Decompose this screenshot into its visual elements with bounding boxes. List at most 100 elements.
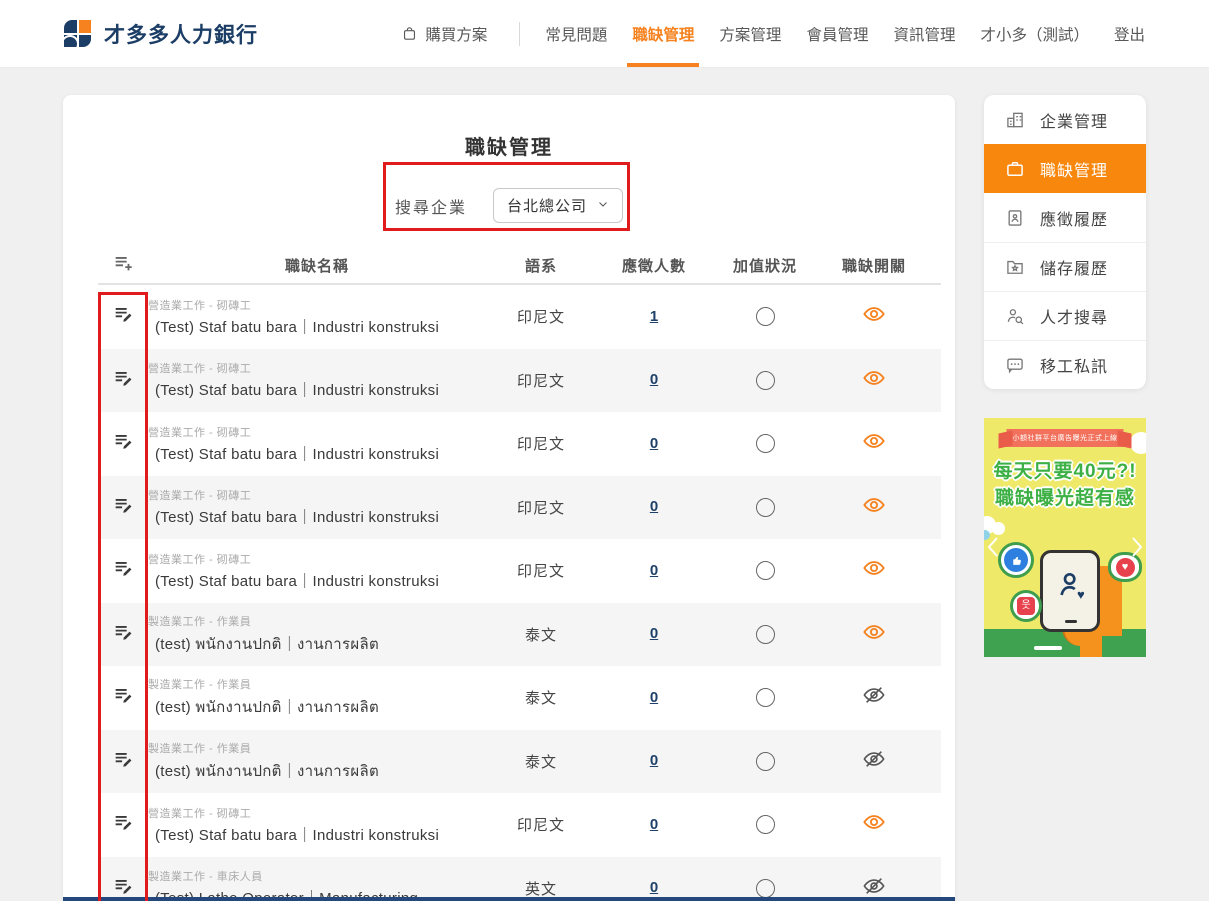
top-nav-label: 方案管理 bbox=[719, 23, 781, 45]
applicant-count-link[interactable]: 0 bbox=[650, 625, 658, 642]
side-menu-label: 職缺管理 bbox=[1040, 157, 1108, 181]
job-title: (Test) Staf batu bara｜Industri konstruks… bbox=[148, 824, 478, 845]
job-hidden-eye-off-icon[interactable] bbox=[863, 684, 885, 711]
company-select-dropdown[interactable]: 台北總公司 bbox=[493, 188, 623, 223]
top-nav-item[interactable]: 資訊管理 bbox=[893, 0, 955, 67]
promo-banner[interactable]: 小額社群平台廣告曝光正式上線 每天只要40元?! 職缺曝光超有感 ♥ ♥ 웃 bbox=[984, 418, 1146, 657]
job-language: 印尼文 bbox=[486, 814, 596, 835]
cloud-decoration bbox=[992, 522, 1005, 535]
page-title: 職缺管理 bbox=[63, 95, 955, 160]
edit-job-button[interactable] bbox=[98, 494, 148, 521]
value-status-radio[interactable] bbox=[756, 625, 775, 644]
edit-job-button[interactable] bbox=[98, 621, 148, 648]
job-category: 製造業工作 - 作業員 bbox=[148, 676, 478, 692]
playlist-edit-icon bbox=[112, 557, 134, 584]
edit-job-button[interactable] bbox=[98, 557, 148, 584]
top-nav-item[interactable]: 購買方案 bbox=[401, 0, 520, 67]
jobs-table-header: 職缺名稱 語系 應徵人數 加值狀況 職缺開關 bbox=[98, 247, 941, 285]
job-category: 製造業工作 - 車床人員 bbox=[148, 868, 478, 884]
applicant-count-link[interactable]: 0 bbox=[650, 562, 658, 579]
job-title: (Test) Staf batu bara｜Industri konstruks… bbox=[148, 570, 478, 591]
job-visible-eye-icon[interactable] bbox=[863, 430, 885, 457]
job-title: (test) พนักงานปกติ｜งานการผลิต bbox=[148, 632, 478, 656]
value-status-radio[interactable] bbox=[756, 752, 775, 771]
edit-job-button[interactable] bbox=[98, 748, 148, 775]
value-status-radio[interactable] bbox=[756, 879, 775, 898]
side-menu-item[interactable]: 職缺管理 bbox=[984, 144, 1146, 193]
carousel-next-arrow[interactable] bbox=[1130, 536, 1144, 558]
job-name-cell: 製造業工作 - 作業員 (test) พนักงานปกติ｜งานการผลิ… bbox=[148, 676, 486, 719]
follower-bubble: 웃 bbox=[1010, 590, 1042, 622]
job-title: (Test) Staf batu bara｜Industri konstruks… bbox=[148, 443, 478, 464]
job-category: 營造業工作 - 砌磚工 bbox=[148, 487, 478, 503]
top-nav-item[interactable]: 常見問題 bbox=[545, 0, 607, 67]
top-nav-item[interactable]: 會員管理 bbox=[806, 0, 868, 67]
col-header-applicants: 應徵人數 bbox=[596, 255, 712, 276]
heart-icon: ♥ bbox=[1077, 587, 1085, 602]
job-visible-eye-icon[interactable] bbox=[863, 494, 885, 521]
top-nav-label: 常見問題 bbox=[545, 23, 607, 45]
value-status-radio[interactable] bbox=[756, 307, 775, 326]
value-status-radio[interactable] bbox=[756, 688, 775, 707]
applicant-count-link[interactable]: 0 bbox=[650, 816, 658, 833]
value-status-radio[interactable] bbox=[756, 561, 775, 580]
job-visible-eye-icon[interactable] bbox=[863, 621, 885, 648]
applicant-count-link[interactable]: 0 bbox=[650, 498, 658, 515]
shopping-bag-icon bbox=[401, 25, 418, 42]
job-category: 製造業工作 - 作業員 bbox=[148, 613, 478, 629]
playlist-edit-icon bbox=[112, 494, 134, 521]
playlist-edit-icon bbox=[112, 367, 134, 394]
job-hidden-eye-off-icon[interactable] bbox=[863, 748, 885, 775]
top-nav-item[interactable]: 方案管理 bbox=[719, 0, 781, 67]
value-status-radio[interactable] bbox=[756, 815, 775, 834]
job-language: 泰文 bbox=[486, 624, 596, 645]
side-menu-item[interactable]: 企業管理 bbox=[984, 95, 1146, 144]
value-status-radio[interactable] bbox=[756, 434, 775, 453]
job-visible-eye-icon[interactable] bbox=[863, 811, 885, 838]
brand[interactable]: 才多多人力銀行 bbox=[64, 0, 258, 67]
job-language: 印尼文 bbox=[486, 306, 596, 327]
applicant-count-link[interactable]: 0 bbox=[650, 879, 658, 896]
add-job-button[interactable] bbox=[98, 252, 148, 279]
job-category: 營造業工作 - 砌磚工 bbox=[148, 805, 478, 821]
applicant-count-link[interactable]: 0 bbox=[650, 435, 658, 452]
playlist-edit-icon bbox=[112, 748, 134, 775]
promo-headline-line1: 每天只要40元?! bbox=[984, 456, 1146, 483]
job-name-cell: 營造業工作 - 砌磚工 (Test) Staf batu bara｜Indust… bbox=[148, 805, 486, 845]
value-status-radio[interactable] bbox=[756, 498, 775, 517]
top-nav-item[interactable]: 職缺管理 bbox=[632, 0, 694, 67]
top-nav-item[interactable]: 才小多（測試） bbox=[980, 0, 1089, 67]
job-title: (test) พนักงานปกติ｜งานการผลิต bbox=[148, 695, 478, 719]
side-menu-item[interactable]: 移工私訊 bbox=[984, 340, 1146, 389]
job-language: 印尼文 bbox=[486, 560, 596, 581]
resume-icon bbox=[1005, 208, 1025, 228]
side-menu-item[interactable]: 應徵履歷 bbox=[984, 193, 1146, 242]
brand-logo-icon bbox=[64, 20, 91, 47]
job-visible-eye-icon[interactable] bbox=[863, 303, 885, 330]
heart-icon: ♥ bbox=[1116, 558, 1135, 577]
search-company-label: 搜尋企業 bbox=[395, 194, 467, 218]
job-management-card: 職缺管理 搜尋企業 台北總公司 職缺名稱 語 bbox=[63, 95, 955, 901]
edit-job-button[interactable] bbox=[98, 684, 148, 711]
edit-job-button[interactable] bbox=[98, 367, 148, 394]
job-visible-eye-icon[interactable] bbox=[863, 557, 885, 584]
applicant-count-link[interactable]: 0 bbox=[650, 371, 658, 388]
carousel-prev-arrow[interactable] bbox=[986, 536, 1000, 558]
applicant-count-link[interactable]: 0 bbox=[650, 752, 658, 769]
applicant-count-link[interactable]: 1 bbox=[650, 308, 658, 325]
edit-job-button[interactable] bbox=[98, 430, 148, 457]
side-menu-item[interactable]: 人才搜尋 bbox=[984, 291, 1146, 340]
job-name-cell: 營造業工作 - 砌磚工 (Test) Staf batu bara｜Indust… bbox=[148, 297, 486, 337]
job-name-cell: 營造業工作 - 砌磚工 (Test) Staf batu bara｜Indust… bbox=[148, 487, 486, 527]
side-menu-item[interactable]: 儲存履歷 bbox=[984, 242, 1146, 291]
job-category: 營造業工作 - 砌磚工 bbox=[148, 551, 478, 567]
job-visible-eye-icon[interactable] bbox=[863, 367, 885, 394]
cloud-decoration bbox=[1130, 432, 1146, 454]
edit-job-button[interactable] bbox=[98, 811, 148, 838]
job-language: 印尼文 bbox=[486, 497, 596, 518]
promo-ribbon: 小額社群平台廣告曝光正式上線 bbox=[1007, 429, 1124, 447]
edit-job-button[interactable] bbox=[98, 303, 148, 330]
top-nav-item[interactable]: 登出 bbox=[1114, 0, 1145, 67]
applicant-count-link[interactable]: 0 bbox=[650, 689, 658, 706]
value-status-radio[interactable] bbox=[756, 371, 775, 390]
